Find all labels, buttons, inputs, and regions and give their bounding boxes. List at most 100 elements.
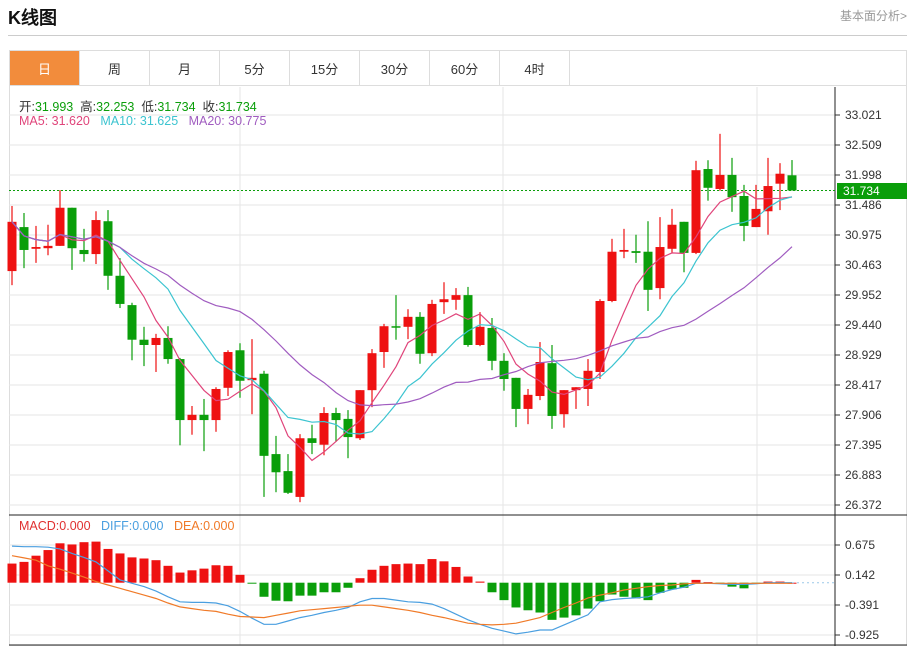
low-value: 31.734 <box>157 100 196 114</box>
macd-bar <box>187 570 197 583</box>
macd-bar <box>199 568 209 583</box>
candle-body <box>187 414 197 421</box>
macd-bar <box>235 574 245 583</box>
macd-bar <box>475 581 485 583</box>
candle-body <box>487 327 497 361</box>
ohlc-legend: 开:31.993 高:32.253 低:31.734 收:31.734 <box>19 96 257 115</box>
macd-bar <box>283 582 293 602</box>
candle-body <box>703 169 713 188</box>
candle-body <box>667 224 677 249</box>
macd-bar <box>163 565 173 583</box>
macd-bar <box>355 578 365 583</box>
candle-body <box>127 305 137 340</box>
candle-body <box>439 299 449 303</box>
candle-body <box>607 251 617 301</box>
candle-body <box>775 173 785 184</box>
candle-body <box>319 413 329 445</box>
macd-bar <box>331 582 341 593</box>
macd-tick-label: 0.142 <box>845 568 876 582</box>
macd-bar <box>487 582 497 593</box>
candle-body <box>55 207 65 246</box>
candle-body <box>163 337 173 360</box>
high-value: 32.253 <box>96 100 135 114</box>
macd-bar <box>139 558 149 583</box>
macd-bar <box>583 582 593 609</box>
candle-body <box>307 438 317 443</box>
candle-body <box>283 471 293 493</box>
macd-bar <box>367 569 377 583</box>
diff-value: DIFF:0.000 <box>100 519 164 533</box>
price-tick-label: 26.883 <box>845 468 882 482</box>
macd-bar <box>451 566 461 583</box>
macd-bar <box>307 582 317 596</box>
candle-body <box>259 373 269 456</box>
candle-body <box>475 326 485 345</box>
macd-bar <box>295 582 305 596</box>
macd-legend: MACD:0.000 DIFF:0.000 DEA:0.000 <box>19 519 234 533</box>
price-tick-label: 30.463 <box>845 258 882 272</box>
price-tick-label: 26.372 <box>845 498 882 512</box>
current-price-label: 31.734 <box>837 183 907 199</box>
close-label: 收: <box>202 100 219 114</box>
macd-tick-label: 0.675 <box>845 538 876 552</box>
macd-bar <box>631 582 641 599</box>
macd-bar <box>379 565 389 583</box>
candle-body <box>511 377 521 409</box>
price-tick-label: 31.998 <box>845 168 882 182</box>
candle-body <box>271 454 281 473</box>
macd-bar <box>439 561 449 583</box>
price-tick-label: 32.509 <box>845 138 882 152</box>
macd-bar <box>175 572 185 583</box>
macd-bar <box>247 582 257 584</box>
macd-bar <box>427 559 437 583</box>
candle-body <box>631 251 641 253</box>
price-tick-label: 28.929 <box>845 348 882 362</box>
macd-bar <box>103 548 113 583</box>
price-tick-label: 27.906 <box>845 408 882 422</box>
macd-bar <box>571 582 581 616</box>
candle-body <box>19 227 29 250</box>
macd-bar <box>319 582 329 593</box>
macd-tick-label: -0.391 <box>845 598 880 612</box>
open-label: 开: <box>19 100 35 114</box>
macd-bar <box>655 582 665 593</box>
macd-bar <box>559 582 569 618</box>
macd-bar <box>127 557 137 583</box>
macd-bar <box>391 564 401 583</box>
candle-body <box>619 249 629 252</box>
price-tick-label: 29.440 <box>845 318 882 332</box>
candle-body <box>199 414 209 421</box>
candle-body <box>787 175 797 191</box>
price-tick-label: 31.486 <box>845 198 882 212</box>
candle-body <box>79 249 89 255</box>
macd-bar <box>67 544 77 583</box>
macd-bar <box>7 563 17 583</box>
macd-value: MACD:0.000 <box>19 519 91 533</box>
macd-bar <box>19 561 29 583</box>
macd-bar <box>691 579 701 583</box>
macd-bar <box>343 582 353 588</box>
ma5-value: MA5: 31.620 <box>19 114 90 128</box>
macd-bar <box>115 553 125 583</box>
candle-body <box>523 394 533 409</box>
candle-body <box>655 247 665 289</box>
candle-body <box>139 339 149 345</box>
candle-body <box>451 295 461 300</box>
macd-bar <box>463 576 473 583</box>
candle-body <box>715 174 725 189</box>
candle-body <box>175 359 185 421</box>
candle-body <box>595 300 605 372</box>
macd-bar <box>523 582 533 611</box>
macd-bar <box>211 565 221 583</box>
candle-body <box>67 207 77 249</box>
open-value: 31.993 <box>34 100 74 114</box>
macd-bar <box>511 582 521 608</box>
macd-bar <box>535 582 545 613</box>
candle-body <box>367 353 377 391</box>
candle-body <box>211 388 221 421</box>
dea-value: DEA:0.000 <box>173 519 235 533</box>
ma-legend: MA5: 31.620 MA10: 31.625 MA20: 30.775 <box>19 114 266 128</box>
candle-body <box>403 316 413 327</box>
macd-bar <box>223 565 233 583</box>
candle-body <box>727 174 737 198</box>
